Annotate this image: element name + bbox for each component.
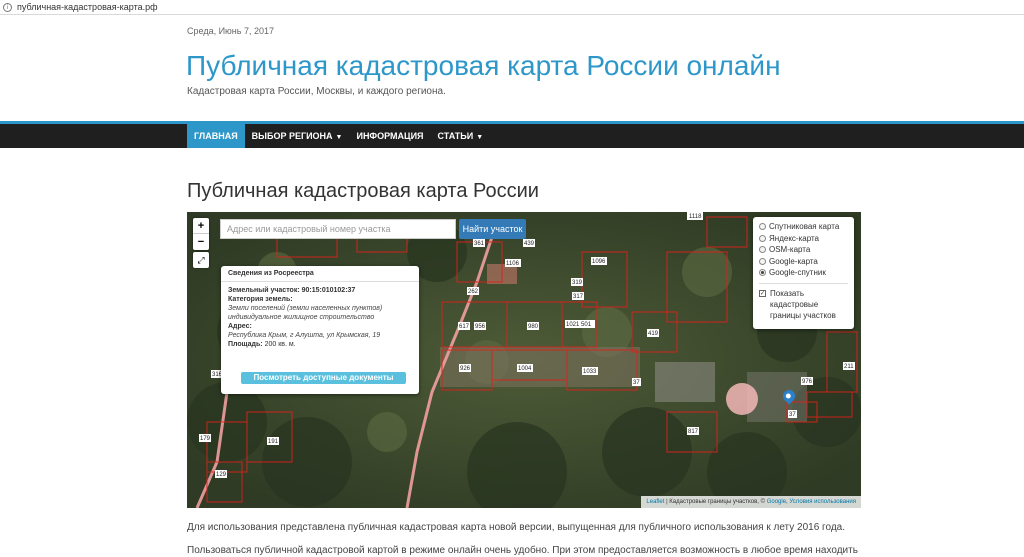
chevron-down-icon: ▼ <box>476 134 484 141</box>
site-description: Кадастровая карта России, Москвы, и кажд… <box>187 86 446 97</box>
site-header: Среда, Июнь 7, 2017 Публичная кадастрова… <box>0 15 1024 122</box>
nav-label: ИНФОРМАЦИЯ <box>356 131 424 141</box>
svg-text:956: 956 <box>475 324 486 330</box>
layer-option-yandex[interactable]: Яндекс-карта <box>759 233 848 245</box>
svg-text:617: 617 <box>459 324 470 330</box>
svg-text:211: 211 <box>844 364 854 370</box>
zoom-out-button[interactable]: − <box>193 234 209 250</box>
checkbox[interactable]: ✓ <box>759 289 766 297</box>
popup-body: Земельный участок: 90:15:010102:37 Катег… <box>221 282 419 353</box>
show-borders-line: Показать <box>770 288 805 298</box>
show-borders-label: Показать кадастровые границы участков <box>770 288 836 321</box>
url-text[interactable]: публичная-кадастровая-карта.рф <box>17 2 158 12</box>
radio-button[interactable] <box>759 246 766 254</box>
svg-text:37: 37 <box>789 412 796 418</box>
layer-option-osm[interactable]: OSM-карта <box>759 244 848 256</box>
nav-label: ВЫБОР РЕГИОНА <box>251 131 333 141</box>
svg-text:926: 926 <box>460 366 471 372</box>
nav-item-articles[interactable]: СТАТЬИ ▼ <box>431 124 491 148</box>
layer-label: Яндекс-карта <box>769 233 819 243</box>
leaflet-link[interactable]: Leaflet <box>646 499 664 505</box>
svg-text:980: 980 <box>528 324 539 330</box>
address-value: Республика Крым, г Алушта, ул Крымская, … <box>228 332 381 339</box>
parcel-value: 90:15:010102:37 <box>301 287 356 294</box>
area-label: Площадь: <box>228 341 263 348</box>
google-link[interactable]: Google <box>767 499 786 505</box>
layer-option-google-satellite[interactable]: Google-спутник <box>759 267 848 279</box>
svg-text:419: 419 <box>648 331 659 337</box>
layer-switcher: Спутниковая карта Яндекс-карта OSM-карта… <box>753 217 854 329</box>
svg-text:37: 37 <box>633 380 640 386</box>
category-label: Категория земель: <box>228 296 293 303</box>
layer-label: Google-карта <box>769 256 818 266</box>
svg-text:439: 439 <box>524 241 535 247</box>
popup-title: Сведения из Росреестра <box>221 266 419 282</box>
svg-text:317: 317 <box>573 294 584 300</box>
page-title: Публичная кадастровая карта России <box>187 180 539 202</box>
svg-text:817: 817 <box>688 429 699 435</box>
map-attribution: Leaflet | Кадастровые границы участков, … <box>641 496 861 508</box>
cadastral-map[interactable]: 1118 361 439 1096 1106 262 319 317 617 9… <box>187 212 861 508</box>
parcel-info-popup: Сведения из Росреестра Земельный участок… <box>221 266 419 394</box>
browser-address-bar[interactable]: i публичная-кадастровая-карта.рф <box>0 0 1024 15</box>
search-input[interactable] <box>220 219 456 239</box>
zoom-control: + − <box>193 218 209 250</box>
show-borders-line: границы участков <box>770 310 836 320</box>
radio-button[interactable] <box>759 223 766 231</box>
parcel-label: Земельный участок: <box>228 287 300 294</box>
radio-button[interactable] <box>759 257 766 265</box>
fullscreen-icon[interactable]: ⤢ <box>193 252 209 268</box>
view-documents-button[interactable]: Посмотреть доступные документы <box>241 372 406 384</box>
svg-text:1004: 1004 <box>518 366 532 372</box>
usage-paragraph: Пользоваться публичной кадастровой карто… <box>187 545 858 556</box>
svg-text:191: 191 <box>268 439 279 445</box>
layer-option-google-map[interactable]: Google-карта <box>759 256 848 268</box>
category-value-2: индивидуальное жилищное строительство <box>228 314 375 321</box>
radio-button-selected[interactable] <box>759 269 766 277</box>
svg-text:976: 976 <box>802 379 813 385</box>
main-navbar: ГЛАВНАЯ ВЫБОР РЕГИОНА ▼ ИНФОРМАЦИЯ СТАТЬИ… <box>0 121 1024 148</box>
layer-label: OSM-карта <box>769 245 811 255</box>
svg-text:129: 129 <box>216 472 227 478</box>
site-title[interactable]: Публичная кадастровая карта России онлай… <box>186 50 781 82</box>
divider <box>759 282 848 284</box>
svg-text:361: 361 <box>474 241 485 247</box>
svg-text:1096: 1096 <box>592 259 606 265</box>
chevron-down-icon: ▼ <box>335 134 343 141</box>
nav-item-info[interactable]: ИНФОРМАЦИЯ <box>349 124 430 148</box>
svg-text:262: 262 <box>468 289 479 295</box>
nav-label: СТАТЬИ <box>437 131 474 141</box>
category-value-1: Земли поселений (земли населенных пункто… <box>228 305 383 312</box>
svg-text:1033: 1033 <box>583 369 597 375</box>
nav-item-home[interactable]: ГЛАВНАЯ <box>187 124 245 148</box>
area-value: 200 кв. м. <box>264 341 296 348</box>
terms-link[interactable]: Условия использования <box>789 499 856 505</box>
layer-option-satellite[interactable]: Спутниковая карта <box>759 221 848 233</box>
layer-label: Google-спутник <box>769 268 826 278</box>
show-borders-toggle[interactable]: ✓ Показать кадастровые границы участков <box>759 288 848 321</box>
nav-item-region[interactable]: ВЫБОР РЕГИОНА ▼ <box>245 124 350 148</box>
intro-paragraph: Для использования представлена публичная… <box>187 522 845 533</box>
svg-text:1021 501: 1021 501 <box>566 322 592 328</box>
header-date: Среда, Июнь 7, 2017 <box>187 26 274 36</box>
address-label: Адрес: <box>228 323 252 330</box>
radio-button[interactable] <box>759 234 766 242</box>
svg-text:1106: 1106 <box>506 261 520 267</box>
show-borders-line: кадастровые <box>770 299 819 309</box>
svg-text:1118: 1118 <box>689 214 702 220</box>
search-button[interactable]: Найти участок <box>459 219 526 239</box>
layer-label: Спутниковая карта <box>769 222 840 232</box>
svg-text:179: 179 <box>200 436 211 442</box>
zoom-in-button[interactable]: + <box>193 218 209 234</box>
info-icon[interactable]: i <box>3 2 12 12</box>
svg-text:319: 319 <box>572 280 583 286</box>
nav-label: ГЛАВНАЯ <box>194 131 238 141</box>
attribution-text: | Кадастровые границы участков, © <box>664 499 767 505</box>
